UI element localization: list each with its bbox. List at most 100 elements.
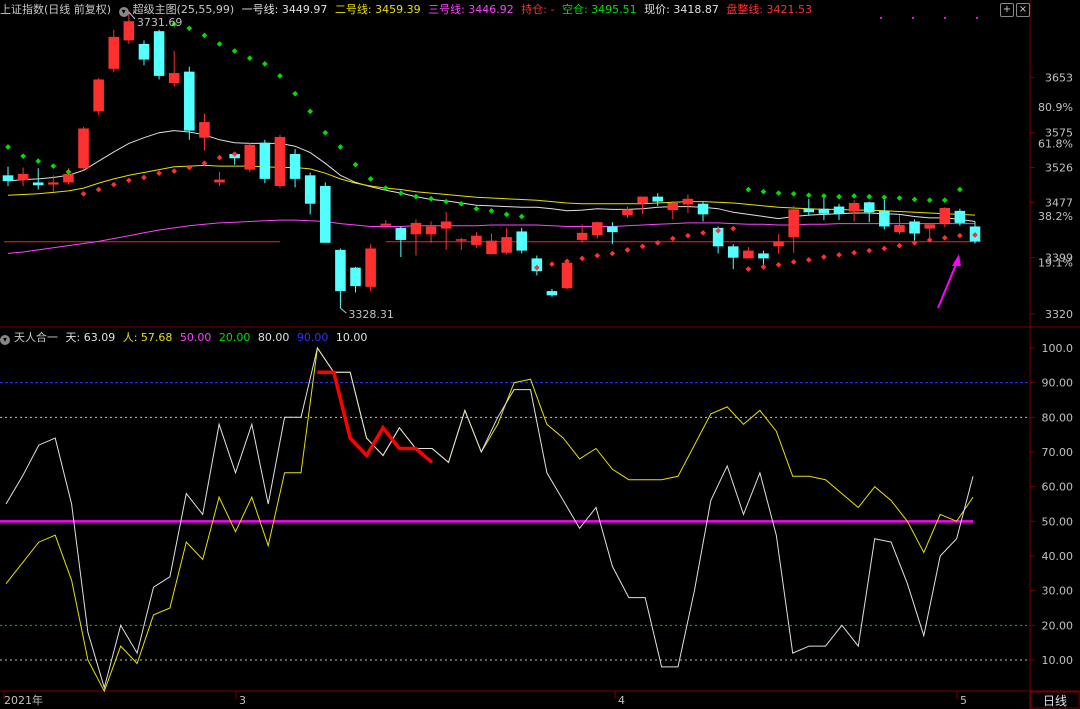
candle bbox=[304, 172, 316, 215]
candle bbox=[879, 196, 890, 230]
hold-dot bbox=[851, 249, 857, 256]
period-button[interactable]: 日线 bbox=[1043, 694, 1067, 708]
annotation-arrow-line bbox=[937, 261, 958, 309]
candle-body bbox=[939, 207, 951, 224]
signal-mark bbox=[912, 17, 914, 19]
candle-body bbox=[788, 209, 799, 238]
candle bbox=[425, 221, 437, 243]
candle-body bbox=[909, 221, 920, 234]
candle bbox=[259, 139, 271, 184]
line-value-3: 三号线: 3446.92 bbox=[428, 3, 514, 16]
candle-body bbox=[727, 246, 739, 258]
sub-indicator-name[interactable]: 天人合一 bbox=[14, 331, 58, 344]
hold-dot bbox=[669, 235, 676, 242]
annotation-arrow-head bbox=[952, 254, 961, 266]
price-tick-label: 3320 bbox=[1045, 308, 1073, 321]
candle-body bbox=[622, 209, 633, 216]
empty-dot bbox=[896, 195, 903, 201]
empty-dot bbox=[866, 193, 873, 200]
empty-dot bbox=[821, 193, 827, 199]
candle-body bbox=[607, 226, 618, 233]
empty-dot bbox=[231, 48, 238, 54]
empty-dot bbox=[458, 200, 465, 207]
osc-tick-label: 40.00 bbox=[1042, 550, 1074, 563]
hold-dot bbox=[609, 250, 616, 257]
candle-body bbox=[848, 203, 860, 212]
empty-dot bbox=[836, 193, 842, 200]
candle-body bbox=[894, 225, 905, 233]
candle-body bbox=[17, 173, 29, 181]
empty-dot bbox=[307, 108, 314, 115]
candle bbox=[184, 66, 195, 140]
candle bbox=[335, 248, 346, 309]
candle-body bbox=[773, 241, 784, 247]
empty-dot bbox=[292, 90, 298, 97]
low-price-label: 3328.31 bbox=[348, 308, 394, 321]
candle bbox=[848, 200, 860, 222]
hold-dot bbox=[700, 230, 706, 236]
osc-tick-label: 50.00 bbox=[1042, 515, 1074, 528]
empty-dot bbox=[413, 193, 419, 200]
candle bbox=[909, 219, 920, 243]
close-icon[interactable]: × bbox=[1016, 3, 1030, 17]
add-icon[interactable]: + bbox=[1000, 3, 1014, 17]
candle bbox=[168, 51, 180, 87]
osc-tick-label: 70.00 bbox=[1042, 446, 1074, 459]
candle-body bbox=[93, 79, 104, 112]
candle bbox=[244, 142, 256, 172]
hold-dot bbox=[941, 234, 948, 241]
candle-body bbox=[743, 250, 754, 259]
candle bbox=[833, 203, 845, 221]
candle-body bbox=[2, 175, 14, 182]
hold-dot bbox=[911, 239, 918, 246]
hold-dot bbox=[896, 242, 903, 249]
candle-body bbox=[153, 31, 165, 76]
ren-line bbox=[5, 346, 974, 693]
hold-dot bbox=[805, 257, 812, 263]
sub-indicator-settings-icon[interactable]: ▾ bbox=[0, 335, 10, 345]
candle bbox=[637, 196, 648, 215]
indicator-name[interactable]: 超级主图(25,55,99) bbox=[133, 3, 235, 16]
candle bbox=[455, 237, 467, 250]
candle bbox=[863, 201, 875, 223]
candle-body bbox=[803, 208, 815, 213]
candle-body bbox=[954, 210, 966, 223]
level-20: 20.00 bbox=[218, 331, 251, 344]
candle bbox=[108, 29, 120, 73]
hold-dot bbox=[141, 174, 147, 181]
candle bbox=[471, 232, 482, 248]
empty-dot bbox=[5, 144, 11, 150]
hold-dot bbox=[866, 247, 873, 254]
empty-dot bbox=[805, 192, 812, 199]
candle bbox=[214, 171, 225, 186]
oscillator-panel[interactable] bbox=[0, 346, 1030, 693]
empty-dot bbox=[503, 211, 510, 218]
candle bbox=[652, 193, 663, 206]
price-tick-label: 3526 bbox=[1045, 162, 1073, 175]
candle bbox=[818, 196, 830, 221]
osc-tick-label: 60.00 bbox=[1042, 481, 1074, 494]
empty-dot bbox=[760, 188, 767, 195]
candle bbox=[274, 134, 286, 189]
empty-dot bbox=[246, 55, 253, 61]
candle-body bbox=[516, 231, 528, 251]
candle-body bbox=[199, 122, 210, 138]
hold-dot bbox=[95, 186, 102, 193]
candle-body bbox=[274, 136, 286, 186]
hold-dot bbox=[881, 245, 888, 252]
hold-dot bbox=[957, 232, 963, 239]
empty-dot bbox=[790, 190, 797, 197]
candle bbox=[516, 227, 528, 254]
empty-dot bbox=[518, 213, 525, 220]
index-name[interactable]: 上证指数 bbox=[0, 3, 44, 16]
empty-dot bbox=[957, 186, 963, 193]
indicator-settings-icon[interactable]: ▾ bbox=[118, 7, 129, 17]
empty-dot bbox=[488, 208, 495, 214]
candle-body bbox=[833, 206, 845, 214]
stock-chart-canvas[interactable]: 3731.693328.31 3653357535263477339933208… bbox=[0, 0, 1080, 709]
empty-dot bbox=[65, 168, 72, 175]
hold-dot bbox=[775, 261, 782, 268]
candle-body bbox=[380, 223, 392, 226]
main-price-panel[interactable]: 3731.693328.31 bbox=[2, 11, 981, 321]
candle-body bbox=[289, 154, 301, 179]
